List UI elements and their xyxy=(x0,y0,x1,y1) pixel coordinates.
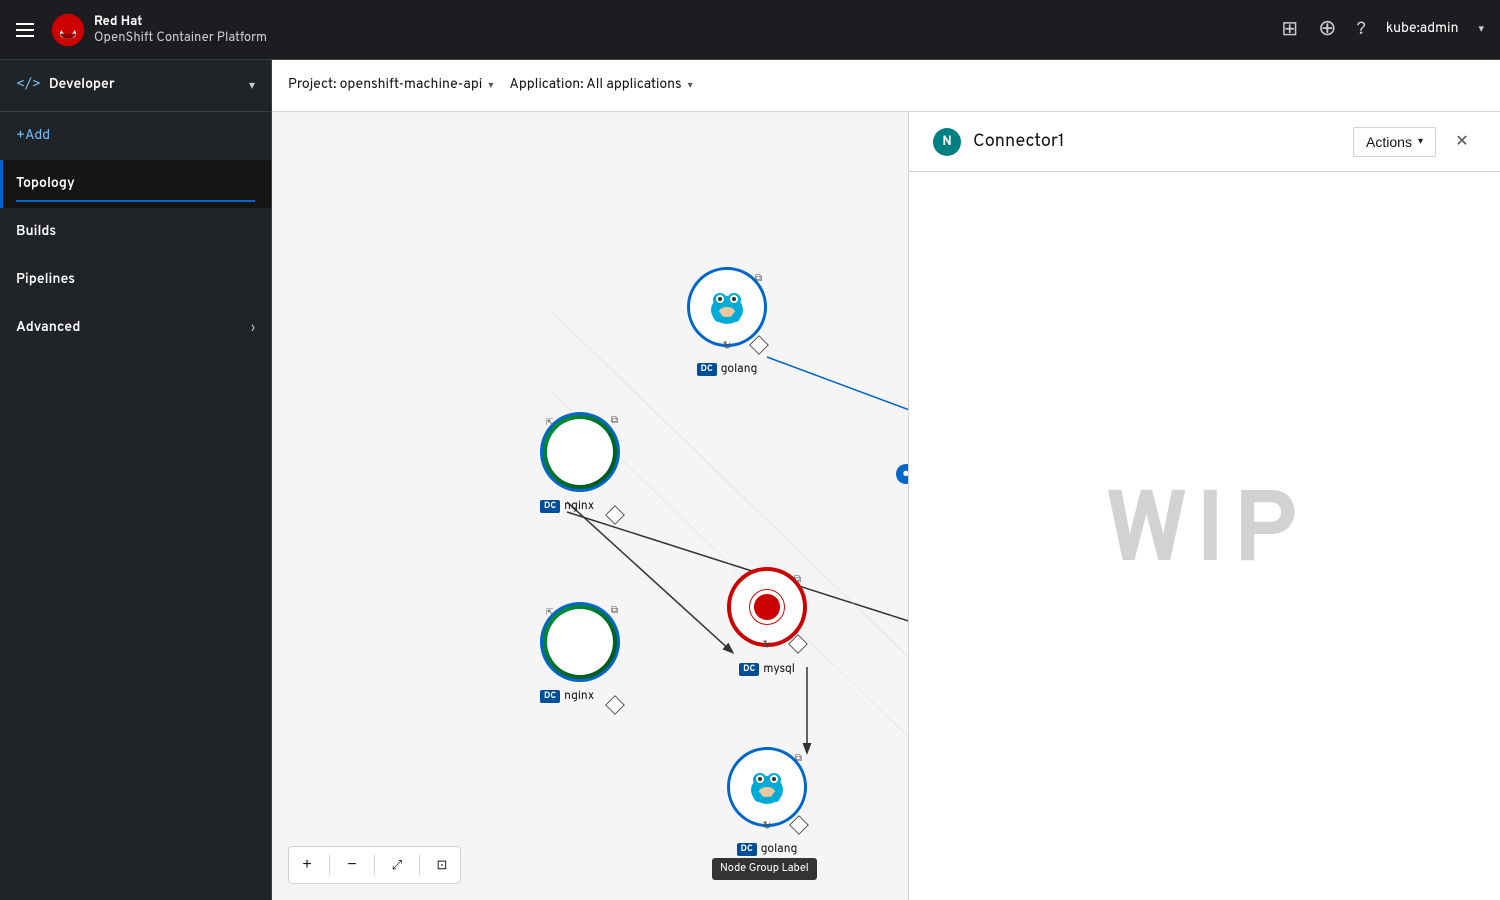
ext-link-icon[interactable]: ⧉ xyxy=(611,604,618,617)
ext-link-icon[interactable]: ⧉ xyxy=(795,752,802,765)
golang-bottom-node[interactable]: ⧉ ↻ DC golang xyxy=(727,747,807,857)
sidebar: </> Developer ▾ +Add Topology Builds Pip… xyxy=(0,60,272,900)
diamond-icon xyxy=(788,634,808,654)
dc-badge: DC xyxy=(737,843,757,856)
actions-button[interactable]: Actions ▾ xyxy=(1353,127,1436,157)
zoom-in-button[interactable]: + xyxy=(289,847,325,883)
sidebar-item-advanced[interactable]: Advanced › xyxy=(0,304,271,352)
developer-label: Developer xyxy=(49,77,241,94)
fit-button[interactable]: ⤢ xyxy=(379,847,415,883)
connector-dot[interactable]: ● xyxy=(896,464,908,484)
zoom-divider3 xyxy=(419,855,420,875)
nginx-node-bottom[interactable]: Nx ⧉ ⇱ DC nginx xyxy=(540,602,620,704)
close-panel-button[interactable]: ✕ xyxy=(1448,128,1476,156)
right-panel-header: N Connector1 Actions ▾ ✕ xyxy=(909,112,1500,172)
sync-icon[interactable]: ↻ xyxy=(722,339,731,354)
mysql-label: mysql xyxy=(763,661,795,677)
add-icon[interactable]: ⊕ xyxy=(1318,16,1336,44)
diamond-icon xyxy=(749,335,769,355)
active-underline xyxy=(16,200,255,202)
app-chevron-icon: ▾ xyxy=(688,79,693,92)
zoom-out-button[interactable]: − xyxy=(334,847,370,883)
nginx-bottom-label: nginx xyxy=(564,688,594,704)
sync-icon[interactable]: ↻ xyxy=(762,638,771,653)
right-panel-body: WIP xyxy=(909,172,1500,900)
ext-link-icon[interactable]: ⧉ xyxy=(794,573,801,586)
connector-icon: N xyxy=(933,128,961,156)
sync-icon[interactable]: ↻ xyxy=(762,819,771,834)
project-selector[interactable]: Project: openshift-machine-api ▾ xyxy=(288,77,493,94)
advanced-label: Advanced xyxy=(16,320,80,337)
application-label: Application: All applications xyxy=(509,77,681,94)
mysql-node[interactable]: ⧉ ↻ DC mysql xyxy=(727,567,807,677)
ext-link-icon[interactable]: ⧉ xyxy=(755,272,762,285)
zoom-divider xyxy=(329,855,330,875)
canvas-panel-container: ● ✦ ✦ ✦ ✦ ☛ Nx xyxy=(272,112,1500,900)
zoom-controls: + − ⤢ ⊡ xyxy=(288,846,461,884)
group-label-left: Node Group Label xyxy=(712,858,817,880)
golang-bottom-label: golang xyxy=(761,841,798,857)
diamond-icon xyxy=(789,815,809,835)
add-label: +Add xyxy=(16,128,50,145)
dc-badge: DC xyxy=(739,663,759,676)
golang-top-label: golang xyxy=(721,361,758,377)
developer-mode-switch[interactable]: </> Developer ▾ xyxy=(0,60,271,112)
user-chevron-icon[interactable]: ▾ xyxy=(1478,22,1484,37)
connector-name: Connector1 xyxy=(973,130,1341,153)
gopher-icon xyxy=(702,282,752,332)
nginx-node-top[interactable]: Nx ⧉ ⇱ DC nginx xyxy=(540,412,620,514)
expand-icon[interactable]: ⇱ xyxy=(546,418,554,429)
dc-badge: DC xyxy=(540,690,560,703)
ext-link-icon[interactable]: ⧉ xyxy=(611,414,618,427)
mysql-icon xyxy=(742,582,792,632)
dc-badge: DC xyxy=(540,500,560,513)
brand-redhat: Red Hat xyxy=(94,14,267,30)
project-chevron-icon: ▾ xyxy=(488,79,493,92)
golang-top-node[interactable]: ⧉ ↻ DC golang xyxy=(687,267,767,377)
advanced-chevron-icon: › xyxy=(251,320,255,336)
right-panel: N Connector1 Actions ▾ ✕ WIP xyxy=(908,112,1500,900)
sidebar-item-builds[interactable]: Builds xyxy=(0,208,271,256)
sidebar-item-topology[interactable]: Topology xyxy=(0,160,271,208)
top-nav: Red Hat OpenShift Container Platform ⊞ ⊕… xyxy=(0,0,1500,60)
top-bar: Project: openshift-machine-api ▾ Applica… xyxy=(272,60,1500,112)
main-content: Project: openshift-machine-api ▾ Applica… xyxy=(272,60,1500,900)
help-icon[interactable]: ? xyxy=(1357,18,1366,41)
pipelines-label: Pipelines xyxy=(16,272,75,289)
brand-platform: OpenShift Container Platform xyxy=(94,30,267,46)
zoom-divider2 xyxy=(374,855,375,875)
builds-label: Builds xyxy=(16,224,56,241)
add-link[interactable]: +Add xyxy=(0,112,271,160)
project-label: Project: openshift-machine-api xyxy=(288,77,482,94)
user-menu[interactable]: kube:admin xyxy=(1386,21,1459,38)
connector-dot-icon: ● xyxy=(903,468,908,481)
reset-button[interactable]: ⊡ xyxy=(424,847,460,883)
actions-label: Actions xyxy=(1366,134,1412,150)
dev-icon: </> xyxy=(16,77,41,94)
sidebar-item-pipelines[interactable]: Pipelines xyxy=(0,256,271,304)
actions-chevron-icon: ▾ xyxy=(1418,136,1423,147)
wip-text: WIP xyxy=(1104,473,1304,599)
dev-chevron-icon: ▾ xyxy=(249,78,255,94)
hamburger-menu[interactable] xyxy=(16,23,34,37)
topology-label: Topology xyxy=(16,176,75,193)
redhat-logo: Red Hat OpenShift Container Platform xyxy=(50,12,267,48)
gopher-bottom-icon xyxy=(742,762,792,812)
application-selector[interactable]: Application: All applications ▾ xyxy=(509,77,692,94)
topology-canvas[interactable]: ● ✦ ✦ ✦ ✦ ☛ Nx xyxy=(272,112,908,900)
nginx-top-label: nginx xyxy=(564,498,594,514)
expand-icon[interactable]: ⇱ xyxy=(546,608,554,619)
apps-grid-icon[interactable]: ⊞ xyxy=(1281,16,1298,43)
dc-badge: DC xyxy=(697,363,717,376)
